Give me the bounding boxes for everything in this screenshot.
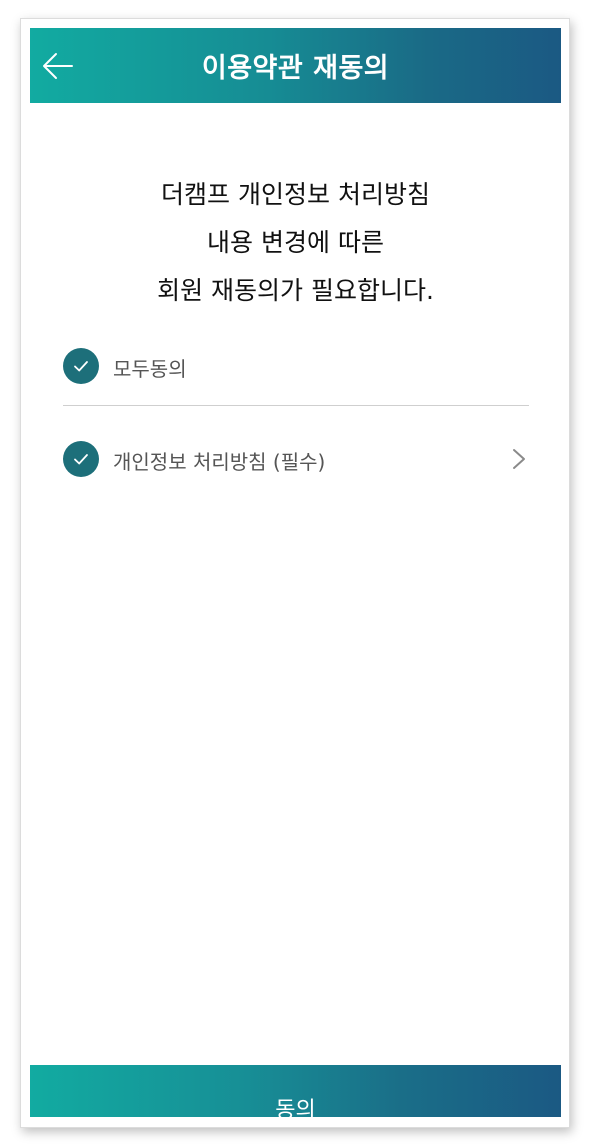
header-bar: 이용약관 재동의 xyxy=(30,28,561,103)
app-screen: 이용약관 재동의 더캠프 개인정보 처리방침 내용 변경에 따른 회원 재동의가… xyxy=(30,28,561,1117)
check-circle-icon xyxy=(63,441,99,477)
agree-all-checkbox[interactable]: 모두동의 xyxy=(63,346,529,386)
notice-line-3: 회원 재동의가 필요합니다. xyxy=(157,276,434,305)
notice-line-2: 내용 변경에 따른 xyxy=(207,228,384,257)
privacy-policy-checkbox[interactable]: 개인정보 처리방침 (필수) xyxy=(63,439,529,479)
divider xyxy=(63,405,529,406)
agree-button-label: 동의 xyxy=(275,1098,316,1117)
agree-button[interactable]: 동의 xyxy=(30,1065,561,1117)
privacy-policy-label: 개인정보 처리방침 (필수) xyxy=(113,450,326,474)
check-circle-icon xyxy=(63,348,99,384)
page-title: 이용약관 재동의 xyxy=(201,53,390,84)
chevron-right-icon[interactable] xyxy=(509,445,529,473)
notice-line-1: 더캠프 개인정보 처리방침 xyxy=(161,180,430,209)
notice-message: 더캠프 개인정보 처리방침 내용 변경에 따른 회원 재동의가 필요합니다. xyxy=(30,171,561,315)
agree-all-label: 모두동의 xyxy=(113,357,187,381)
